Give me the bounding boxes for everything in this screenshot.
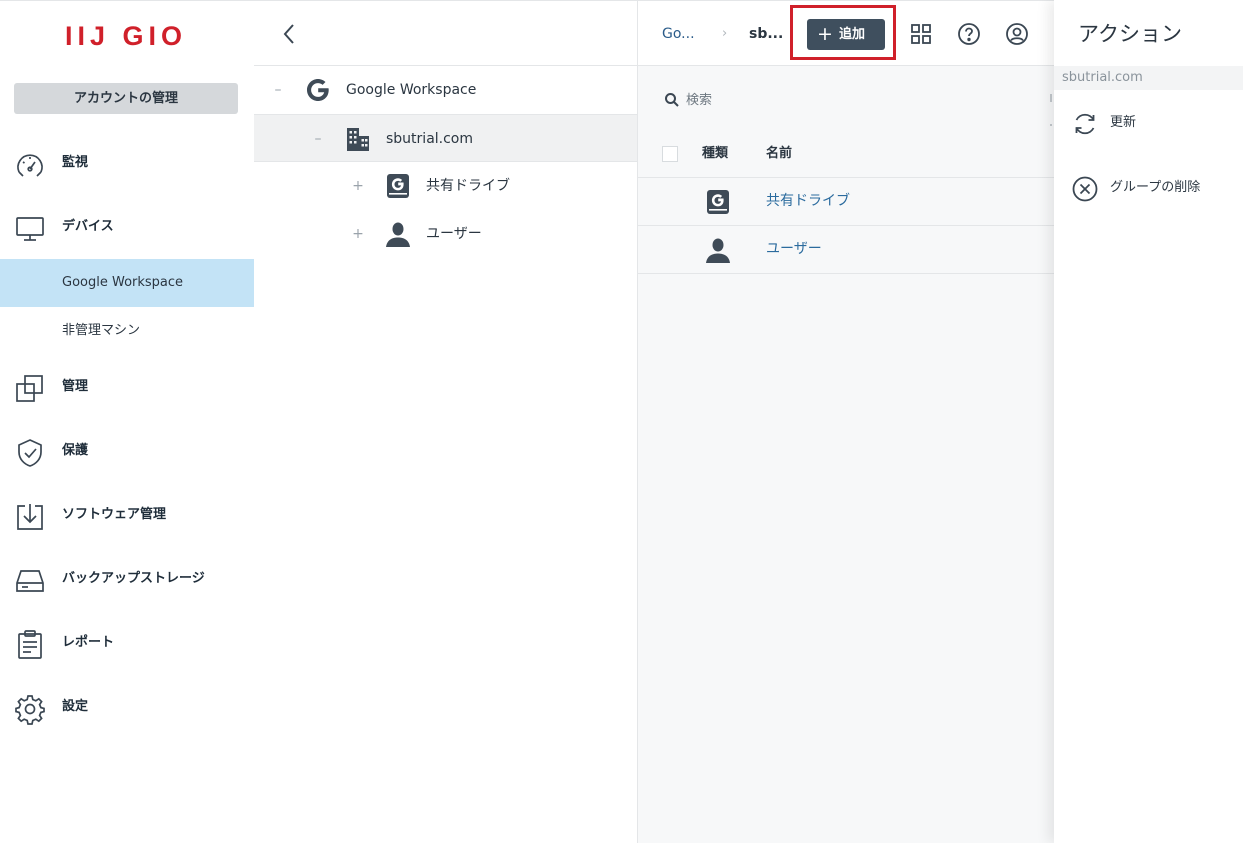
- breadcrumb-separator: ›: [722, 26, 728, 41]
- grid-view-icon[interactable]: [909, 22, 933, 46]
- gear-icon: [14, 693, 46, 725]
- nav-item-devices[interactable]: デバイス: [0, 203, 254, 251]
- shield-check-icon: [14, 437, 46, 469]
- nav-label: 管理: [62, 379, 89, 394]
- top-bar: Go... › sb... + 追加: [638, 0, 1054, 66]
- download-box-icon: [14, 501, 46, 533]
- nav-sublabel: 非管理マシン: [62, 323, 141, 338]
- main-content: Go... › sb... + 追加 検索 種類 名前 共有ドライブ ユーザー: [638, 0, 1054, 843]
- copy-squares-icon: [14, 373, 46, 405]
- nav-item-management[interactable]: 管理: [0, 363, 254, 411]
- nav-label: 保護: [62, 443, 89, 458]
- row-name-link[interactable]: 共有ドライブ: [766, 178, 850, 225]
- shared-drive-icon: [384, 172, 412, 200]
- monitor-icon: [14, 213, 46, 245]
- nav-subitem-google-workspace[interactable]: Google Workspace: [0, 259, 254, 307]
- nav-item-reports[interactable]: レポート: [0, 619, 254, 667]
- nav-item-backup-storage[interactable]: バックアップストレージ: [0, 555, 254, 603]
- user-icon: [704, 236, 732, 264]
- collapse-toggle[interactable]: –: [311, 115, 325, 163]
- nav-subitem-unmanaged-machines[interactable]: 非管理マシン: [0, 307, 254, 355]
- tree-node-label: Google Workspace: [346, 82, 477, 98]
- help-icon[interactable]: [957, 22, 981, 46]
- breadcrumb-google-workspace[interactable]: Go...: [662, 1, 695, 67]
- svg-text:IIJ GIO: IIJ GIO: [65, 21, 187, 51]
- iij-gio-logo[interactable]: IIJ GIO: [44, 19, 208, 51]
- nav-item-protection[interactable]: 保護: [0, 427, 254, 475]
- tree-header: [254, 0, 638, 66]
- table-row[interactable]: 共有ドライブ: [638, 178, 1054, 226]
- user-icon: [384, 220, 412, 248]
- action-delete-group[interactable]: グループの削除: [1054, 166, 1243, 210]
- tree-node-sbutrial[interactable]: – sbutrial.com: [254, 114, 637, 162]
- tree-panel: – Google Workspace – sbutrial.com + 共有ドラ…: [254, 0, 638, 843]
- collapse-toggle[interactable]: –: [271, 66, 285, 114]
- nav-item-monitoring[interactable]: 監視: [0, 139, 254, 187]
- column-header-type[interactable]: 種類: [702, 130, 728, 177]
- back-chevron-icon[interactable]: [278, 21, 302, 47]
- tree-node-shared-drive[interactable]: + 共有ドライブ: [254, 162, 637, 210]
- building-icon: [344, 125, 372, 153]
- action-panel-title: アクション: [1078, 22, 1182, 46]
- nav-sublabel: Google Workspace: [62, 275, 184, 290]
- nav-label: バックアップストレージ: [62, 571, 205, 586]
- breadcrumb-sbutrial[interactable]: sb...: [749, 1, 783, 67]
- nav-label: レポート: [62, 635, 115, 650]
- hard-drive-icon: [14, 565, 46, 597]
- expand-toggle[interactable]: +: [351, 210, 365, 258]
- refresh-icon: [1072, 111, 1098, 137]
- column-header-name[interactable]: 名前: [766, 130, 792, 177]
- nav-label: ソフトウェア管理: [62, 507, 167, 522]
- search-input[interactable]: [684, 86, 1028, 114]
- table-row[interactable]: ユーザー: [638, 226, 1054, 274]
- table-header: 種類 名前: [638, 130, 1054, 178]
- google-g-icon: [304, 76, 332, 104]
- expand-toggle[interactable]: +: [351, 162, 365, 210]
- tree-node-label: 共有ドライブ: [426, 178, 510, 194]
- action-label: グループの削除: [1110, 180, 1201, 195]
- nav-item-software-management[interactable]: ソフトウェア管理: [0, 491, 254, 539]
- user-account-icon[interactable]: [1005, 22, 1029, 46]
- add-button-label: 追加: [839, 27, 866, 42]
- tree-node-google-workspace[interactable]: – Google Workspace: [254, 66, 637, 114]
- sidebar: IIJ GIO アカウントの管理 監視 デバイス Google Workspac…: [0, 0, 254, 843]
- clipboard-icon: [14, 629, 46, 661]
- nav-item-settings[interactable]: 設定: [0, 683, 254, 731]
- divider-tick: [1050, 124, 1052, 126]
- search-icon: [664, 92, 680, 108]
- tree-node-label: sbutrial.com: [386, 131, 474, 147]
- nav-label: 設定: [62, 699, 89, 714]
- tree-node-label: ユーザー: [426, 226, 482, 242]
- row-name-link[interactable]: ユーザー: [766, 226, 822, 273]
- action-panel-subtitle: sbutrial.com: [1054, 66, 1243, 90]
- tree-node-users[interactable]: + ユーザー: [254, 210, 637, 258]
- action-panel: アクション sbutrial.com 更新 グループの削除: [1054, 0, 1243, 843]
- shared-drive-icon: [704, 188, 732, 216]
- add-button[interactable]: + 追加: [807, 19, 885, 50]
- plus-icon: +: [817, 23, 833, 45]
- gauge-icon: [14, 149, 46, 181]
- action-label: 更新: [1110, 115, 1137, 130]
- action-refresh[interactable]: 更新: [1054, 101, 1243, 145]
- circle-x-icon: [1072, 176, 1098, 202]
- nav-label: デバイス: [62, 219, 114, 234]
- search-bar: [638, 66, 1054, 130]
- divider-tick: [1050, 94, 1052, 102]
- account-management-button[interactable]: アカウントの管理: [14, 83, 238, 114]
- select-all-checkbox[interactable]: [662, 146, 678, 162]
- nav-label: 監視: [62, 155, 89, 170]
